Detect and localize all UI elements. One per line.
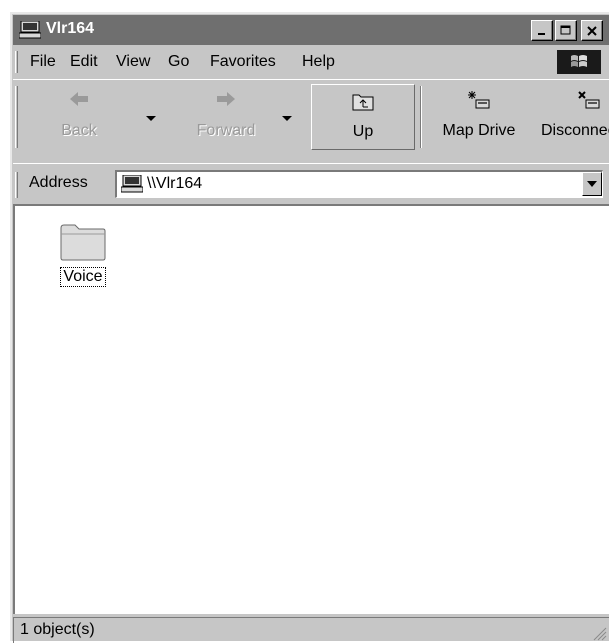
up-button[interactable]: Up	[311, 84, 415, 150]
forward-arrow-icon	[215, 90, 237, 113]
address-dropdown-button[interactable]	[582, 172, 602, 196]
standard-toolbar: Back Forward Up Map Drive Disconne	[13, 79, 609, 161]
menu-edit[interactable]: Edit	[70, 53, 98, 71]
title-bar[interactable]: Vlr164	[13, 15, 609, 45]
menu-help[interactable]: Help	[302, 53, 335, 71]
maximize-icon	[560, 25, 571, 35]
menu-go[interactable]: Go	[168, 53, 189, 71]
address-grip[interactable]	[15, 172, 18, 198]
up-label: Up	[352, 123, 374, 140]
maximize-button[interactable]	[555, 20, 577, 41]
status-text: 1 object(s)	[13, 617, 609, 643]
address-value: \\Vlr164	[147, 175, 203, 192]
chevron-down-icon	[587, 181, 597, 187]
address-label: Address	[29, 174, 88, 191]
minimize-icon	[538, 32, 545, 35]
menu-view[interactable]: View	[116, 53, 150, 71]
resize-grip-icon[interactable]	[593, 627, 607, 641]
status-bar: 1 object(s)	[13, 615, 609, 643]
file-list-pane[interactable]: Voice	[13, 204, 609, 614]
windows-logo-icon	[557, 50, 601, 74]
folder-item[interactable]: Voice	[53, 222, 113, 287]
disconnect-label: Disconnect	[541, 122, 609, 139]
back-label: Back	[61, 122, 97, 139]
disconnect-drive-icon	[577, 90, 601, 117]
back-button[interactable]: Back	[27, 86, 131, 148]
forward-dropdown-icon[interactable]	[282, 116, 292, 121]
close-icon	[586, 25, 597, 36]
address-input[interactable]: \\Vlr164	[115, 170, 603, 198]
up-folder-icon	[352, 91, 374, 116]
menu-favorites[interactable]: Favorites	[210, 53, 276, 71]
back-arrow-icon	[68, 90, 90, 113]
toolbar-separator	[420, 86, 422, 148]
menu-grip[interactable]	[15, 51, 18, 73]
disconnect-button[interactable]: Disconnect	[537, 86, 609, 148]
map-drive-button[interactable]: Map Drive	[427, 86, 531, 148]
computer-icon	[120, 174, 144, 197]
forward-button[interactable]: Forward	[173, 86, 279, 148]
menu-bar: File Edit View Go Favorites Help	[13, 47, 609, 77]
explorer-window: Vlr164 File Edit View Go Favorites Help	[10, 12, 609, 643]
map-drive-icon	[467, 90, 491, 117]
menu-file[interactable]: File	[30, 53, 56, 71]
forward-label: Forward	[196, 122, 256, 139]
back-dropdown-icon[interactable]	[146, 116, 156, 121]
minimize-button[interactable]	[531, 20, 553, 41]
toolbar-grip[interactable]	[15, 86, 18, 148]
folder-icon	[60, 224, 106, 261]
address-bar: Address \\Vlr164	[13, 163, 609, 203]
computer-icon	[18, 20, 42, 39]
close-button[interactable]	[581, 20, 603, 41]
map-drive-label: Map Drive	[442, 122, 516, 139]
folder-name: Voice	[60, 267, 106, 287]
window-title: Vlr164	[46, 20, 95, 37]
